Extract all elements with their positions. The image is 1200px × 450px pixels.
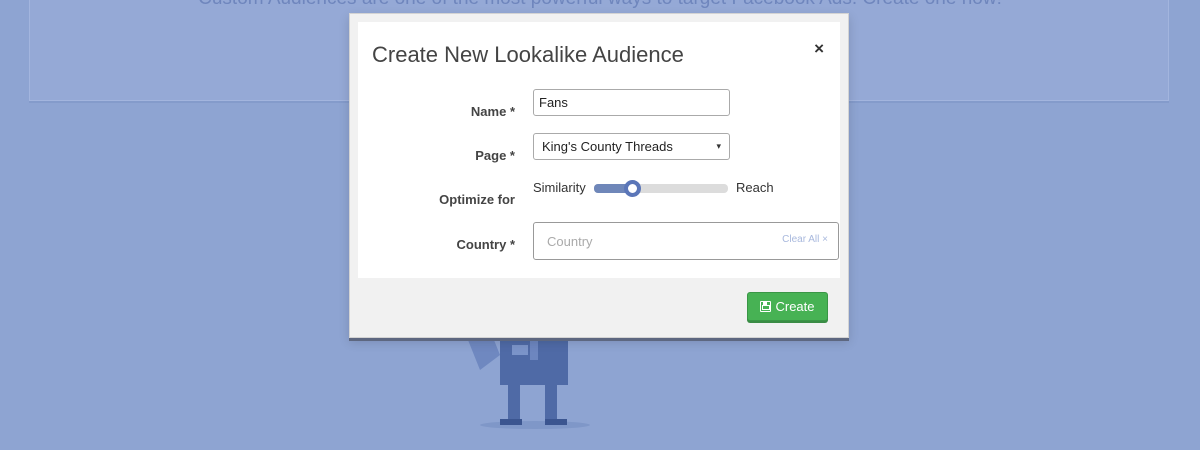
background-headline: Custom Audiences are one of the most pow… <box>0 0 1200 10</box>
optimize-slider[interactable] <box>594 180 728 197</box>
close-button[interactable]: × <box>814 39 824 59</box>
page-select-value: King's County Threads <box>542 139 673 154</box>
optimize-label: Optimize for <box>439 192 515 207</box>
name-input[interactable] <box>533 89 730 116</box>
page-label: Page * <box>475 148 515 163</box>
create-button-label: Create <box>775 299 815 314</box>
modal-body: Create New Lookalike Audience × Name * P… <box>358 22 840 278</box>
clear-all-link[interactable]: Clear All × <box>782 234 828 245</box>
country-label: Country * <box>456 237 516 252</box>
page-select[interactable]: King's County Threads ▾ <box>533 133 730 160</box>
create-button[interactable]: Create <box>747 292 828 321</box>
save-icon <box>760 301 772 312</box>
create-lookalike-modal: Create New Lookalike Audience × Name * P… <box>349 13 849 338</box>
country-placeholder: Country <box>547 234 593 249</box>
name-label: Name * <box>470 104 515 119</box>
person-illustration <box>468 330 590 429</box>
slider-similarity-label: Similarity <box>533 180 586 195</box>
chevron-down-icon: ▾ <box>716 141 721 151</box>
slider-reach-label: Reach <box>736 180 774 195</box>
modal-title: Create New Lookalike Audience <box>372 42 684 67</box>
country-input[interactable]: Country Clear All × <box>533 222 839 260</box>
slider-handle[interactable] <box>623 180 641 197</box>
